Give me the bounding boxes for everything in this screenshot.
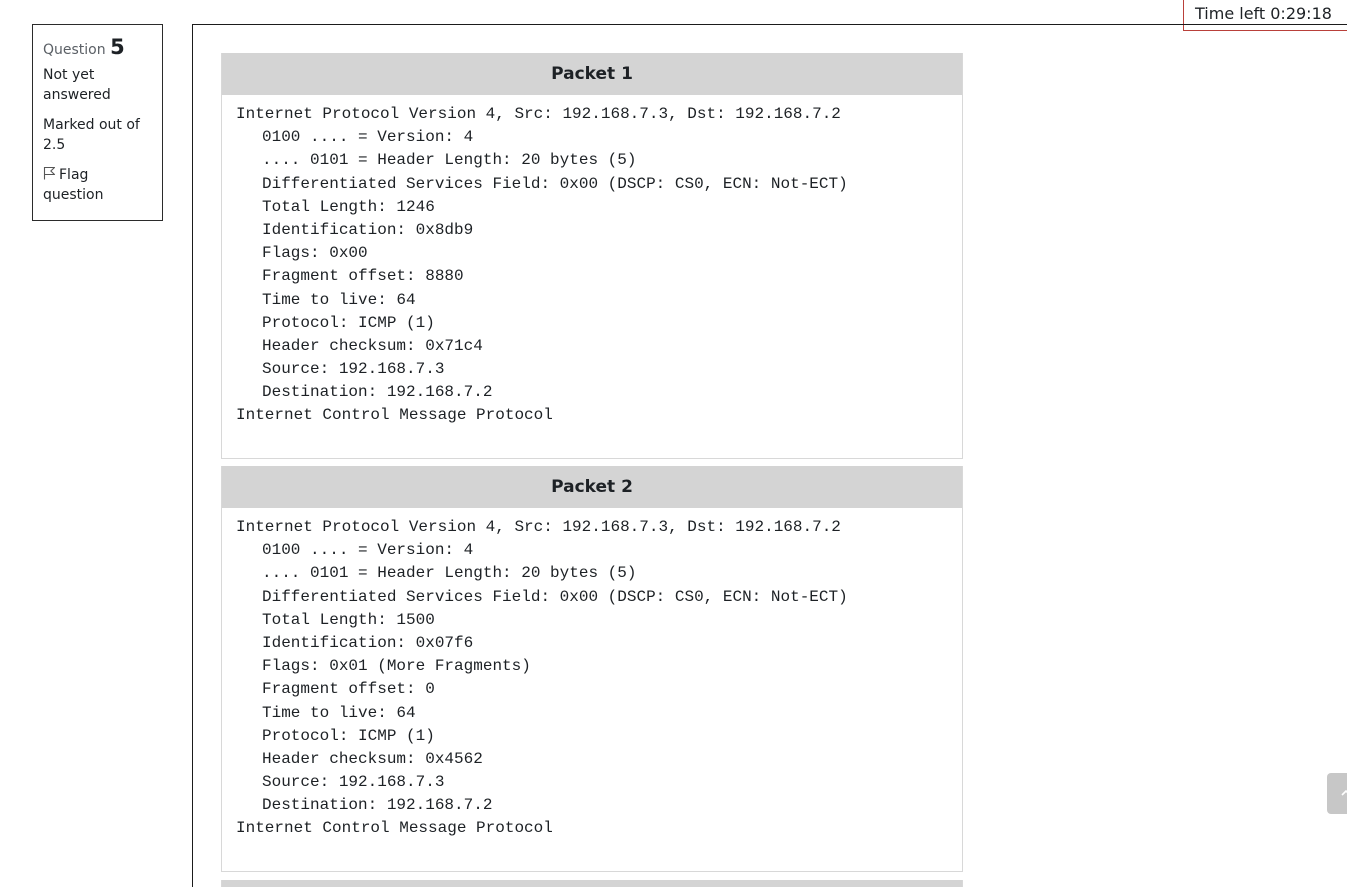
packet-line: Internet Protocol Version 4, Src: 192.16… — [236, 518, 841, 536]
question-label: Question — [43, 42, 106, 58]
packet-line: Header checksum: 0x4562 — [262, 749, 483, 768]
packet-title: Packet 2 — [222, 466, 962, 508]
question-number: Question 5 — [43, 34, 152, 63]
flag-question-button[interactable]: Flag question — [43, 165, 152, 205]
question-info: Question 5 Not yet answered Marked out o… — [32, 24, 163, 221]
packet-line: Protocol: ICMP (1) — [262, 726, 435, 745]
packet-line: Fragment offset: 0 — [262, 680, 435, 699]
packet-line: Total Length: 1500 — [262, 610, 435, 629]
packet-line: .... 0101 = Header Length: 20 bytes (5) — [262, 151, 637, 170]
packet-details: Internet Protocol Version 4, Src: 192.16… — [222, 508, 962, 841]
packet-panel: Packet 2 Internet Protocol Version 4, Sr… — [221, 466, 963, 872]
question-content: Packet 1 Internet Protocol Version 4, Sr… — [192, 24, 1347, 887]
packet-line: 0100 .... = Version: 4 — [262, 541, 474, 560]
question-grade: Marked out of 2.5 — [43, 117, 140, 153]
question-number-value: 5 — [110, 35, 125, 59]
packet-line: Flags: 0x00 — [262, 244, 368, 263]
packet-line: Source: 192.168.7.3 — [262, 360, 445, 379]
packet-title-partial — [222, 880, 962, 887]
packet-line: Source: 192.168.7.3 — [262, 773, 445, 792]
packet-line: Destination: 192.168.7.2 — [262, 383, 493, 402]
chevron-up-icon — [1341, 789, 1347, 796]
packet-line: Fragment offset: 8880 — [262, 267, 464, 286]
back-to-top-button[interactable] — [1327, 773, 1347, 814]
packet-line: Total Length: 1246 — [262, 197, 435, 216]
packet-line: Flags: 0x01 (More Fragments) — [262, 657, 531, 676]
packet-line: Identification: 0x8db9 — [262, 220, 474, 239]
packet-line: Internet Control Message Protocol — [236, 819, 553, 838]
packet-line: Destination: 192.168.7.2 — [262, 796, 493, 815]
packet-line: .... 0101 = Header Length: 20 bytes (5) — [262, 564, 637, 583]
timer-text: Time left 0:29:18 — [1195, 4, 1332, 23]
packet-line: 0100 .... = Version: 4 — [262, 128, 474, 147]
packet-line: Internet Protocol Version 4, Src: 192.16… — [236, 105, 841, 123]
packet-panel: Packet 1 Internet Protocol Version 4, Sr… — [221, 53, 963, 459]
flag-icon — [43, 166, 56, 180]
question-state: Not yet answered — [43, 67, 111, 103]
packet-line: Differentiated Services Field: 0x00 (DSC… — [262, 587, 848, 606]
packet-line: Time to live: 64 — [262, 703, 416, 722]
packet-details: Internet Protocol Version 4, Src: 192.16… — [222, 95, 962, 428]
packet-title: Packet 1 — [222, 53, 962, 95]
packet-line: Time to live: 64 — [262, 290, 416, 309]
packet-line: Internet Control Message Protocol — [236, 406, 553, 425]
packet-line: Identification: 0x07f6 — [262, 633, 474, 652]
packet-panel — [221, 880, 963, 887]
quiz-page: Time left 0:29:18 Question 5 Not yet ans… — [0, 0, 1347, 887]
packet-line: Header checksum: 0x71c4 — [262, 336, 483, 355]
packet-line: Differentiated Services Field: 0x00 (DSC… — [262, 174, 848, 193]
packet-line: Protocol: ICMP (1) — [262, 313, 435, 332]
